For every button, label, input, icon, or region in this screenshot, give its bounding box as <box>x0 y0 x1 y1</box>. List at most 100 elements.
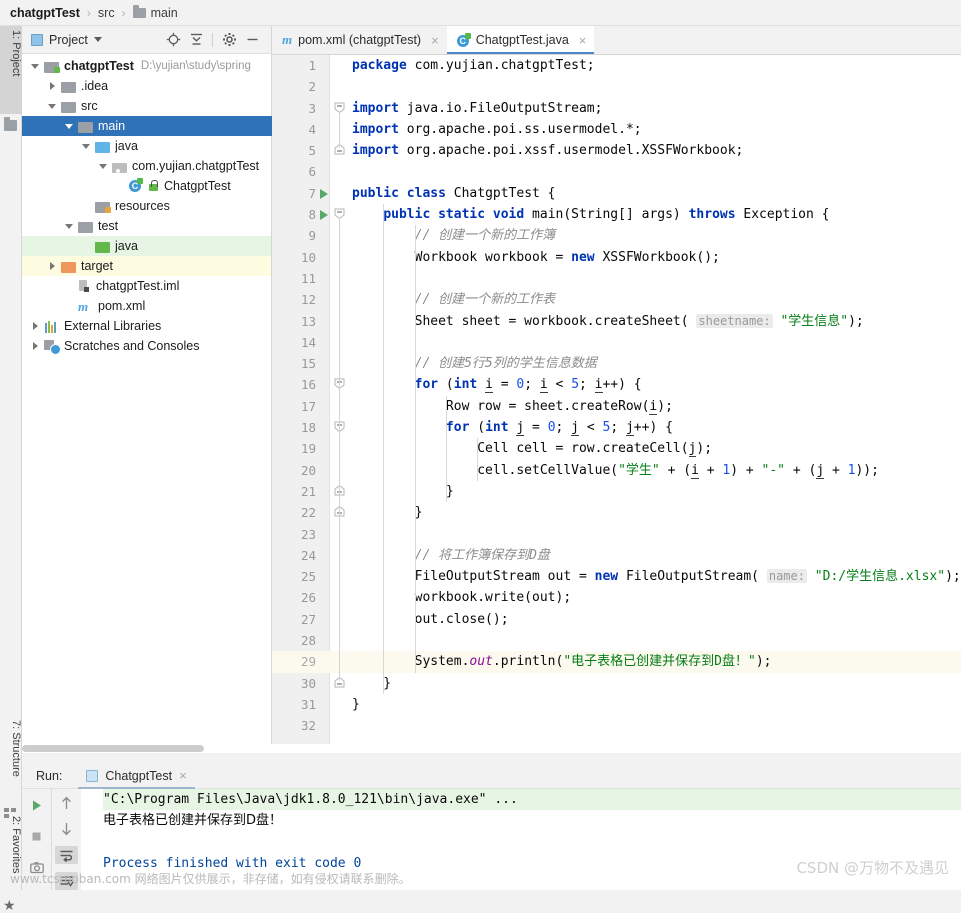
run-tab-chatgpttest[interactable]: ChatgptTest × <box>78 763 194 789</box>
code-editor[interactable]: 1package com.yujian.chatgptTest;23import… <box>272 55 961 753</box>
soft-wrap-icon[interactable] <box>55 846 78 864</box>
code-text: public static void main(String[] args) t… <box>352 204 829 225</box>
scrollbar-thumb[interactable] <box>22 745 204 752</box>
code-line[interactable]: 27 out.close(); <box>272 609 961 630</box>
chevron-down-icon[interactable] <box>94 37 102 42</box>
expand-arrow-icon[interactable] <box>47 80 59 92</box>
sidebar-tab-structure[interactable]: 7: Structure <box>0 716 22 802</box>
tree-item-com-yujian-chatgpttest[interactable]: com.yujian.chatgptTest <box>22 156 271 176</box>
breadcrumb: chatgptTest › src › main <box>0 0 961 26</box>
run-gutter-icon[interactable] <box>320 189 328 199</box>
tree-item-test[interactable]: test <box>22 216 271 236</box>
collapse-arrow-icon[interactable] <box>64 120 76 132</box>
code-line[interactable]: 32 <box>272 715 961 736</box>
code-line[interactable]: 28 <box>272 630 961 651</box>
tree-item-main[interactable]: main <box>22 116 272 136</box>
code-line[interactable]: 4import org.apache.poi.ss.usermodel.*; <box>272 119 961 140</box>
sidebar-tab-project[interactable]: 1: Project <box>0 26 22 114</box>
code-line[interactable]: 15 // 创建5行5列的学生信息数据 <box>272 353 961 374</box>
tree-item-java[interactable]: java <box>22 136 271 156</box>
code-line[interactable]: 11 <box>272 268 961 289</box>
tree-item-resources[interactable]: resources <box>22 196 271 216</box>
tree-item-chatgpttest[interactable]: chatgptTest D:\yujian\study\spring <box>22 56 271 76</box>
editor-area: m pom.xml (chatgptTest) × C ChatgptTest.… <box>272 26 961 753</box>
breadcrumb-item-main[interactable]: main <box>133 6 178 20</box>
tree-item-chatgpttest-iml[interactable]: chatgptTest.iml <box>22 276 271 296</box>
code-line[interactable]: 22 } <box>272 502 961 523</box>
expand-arrow-icon[interactable] <box>47 260 59 272</box>
code-line[interactable]: 21 } <box>272 481 961 502</box>
tab-pom-xml[interactable]: m pom.xml (chatgptTest) × <box>272 26 447 54</box>
code-line[interactable]: 8 public static void main(String[] args)… <box>272 204 961 225</box>
code-line[interactable]: 6 <box>272 161 961 182</box>
tree-item-chatgpttest[interactable]: CChatgptTest <box>22 176 271 196</box>
expand-arrow-icon[interactable] <box>30 320 42 332</box>
code-line[interactable]: 30 } <box>272 673 961 694</box>
collapse-arrow-icon[interactable] <box>47 100 59 112</box>
code-line[interactable]: 2 <box>272 76 961 97</box>
expand-arrow-icon[interactable] <box>30 340 42 352</box>
scroll-up-icon[interactable] <box>55 794 78 812</box>
code-line[interactable]: 16 for (int i = 0; i < 5; i++) { <box>272 374 961 395</box>
tree-item-idea[interactable]: .idea <box>22 76 271 96</box>
close-icon[interactable]: × <box>179 768 187 783</box>
print-icon[interactable] <box>55 872 78 890</box>
code-line[interactable]: 25 FileOutputStream out = new FileOutput… <box>272 566 961 587</box>
code-line[interactable]: 31} <box>272 694 961 715</box>
code-line[interactable]: 9 // 创建一个新的工作簿 <box>272 225 961 246</box>
tree-item-label: resources <box>115 199 170 213</box>
code-line[interactable]: 26 workbook.write(out); <box>272 587 961 608</box>
code-line[interactable]: 29 System.out.println("电子表格已创建并保存到D盘！"); <box>272 651 961 672</box>
collapse-arrow-icon[interactable] <box>30 60 42 72</box>
tree-item-scratches-and-consoles[interactable]: Scratches and Consoles <box>22 336 271 356</box>
close-icon[interactable]: × <box>431 33 439 48</box>
project-horizontal-scrollbar[interactable] <box>22 744 272 753</box>
tree-item-label: target <box>81 259 113 273</box>
stop-icon[interactable] <box>25 825 48 848</box>
breadcrumb-separator-icon: › <box>122 6 126 20</box>
code-text: Row row = sheet.createRow(i); <box>352 396 673 417</box>
tree-item-external-libraries[interactable]: External Libraries <box>22 316 271 336</box>
code-line[interactable]: 12 // 创建一个新的工作表 <box>272 289 961 310</box>
code-line[interactable]: 23 <box>272 524 961 545</box>
tree-item-java[interactable]: java <box>22 236 271 256</box>
code-line[interactable]: 20 cell.setCellValue("学生" + (i + 1) + "-… <box>272 460 961 481</box>
code-line[interactable]: 5import org.apache.poi.xssf.usermodel.XS… <box>272 140 961 161</box>
tab-chatgpttest-java[interactable]: C ChatgptTest.java × <box>447 26 595 54</box>
collapse-all-icon[interactable] <box>185 29 207 51</box>
code-line[interactable]: 24 // 将工作簿保存到D盘 <box>272 545 961 566</box>
close-icon[interactable]: × <box>579 33 587 48</box>
gear-icon[interactable] <box>218 29 240 51</box>
breadcrumb-item-project[interactable]: chatgptTest <box>10 6 80 20</box>
code-line[interactable]: 18 for (int j = 0; j < 5; j++) { <box>272 417 961 438</box>
collapse-arrow-icon[interactable] <box>81 140 93 152</box>
code-line[interactable]: 17 Row row = sheet.createRow(i); <box>272 396 961 417</box>
run-console-output[interactable]: "C:\Program Files\Java\jdk1.8.0_121\bin\… <box>81 789 961 890</box>
code-line[interactable]: 13 Sheet sheet = workbook.createSheet( s… <box>272 311 961 332</box>
rerun-icon[interactable] <box>25 794 48 817</box>
screenshot-icon[interactable] <box>25 856 48 879</box>
sidebar-tab-favorites[interactable]: 2: Favorites <box>0 812 22 900</box>
tree-item-pom-xml[interactable]: mpom.xml <box>22 296 271 316</box>
tree-item-target[interactable]: target <box>22 256 271 276</box>
tree-item-label: chatgptTest <box>64 59 134 73</box>
code-line[interactable]: 7public class ChatgptTest { <box>272 183 961 204</box>
scroll-down-icon[interactable] <box>55 820 78 838</box>
collapse-arrow-icon[interactable] <box>64 220 76 232</box>
breadcrumb-item-src[interactable]: src <box>98 6 115 20</box>
code-line[interactable]: 14 <box>272 332 961 353</box>
editor-horizontal-scrollbar[interactable] <box>272 744 961 753</box>
locate-icon[interactable] <box>162 29 184 51</box>
code-text: workbook.write(out); <box>352 587 571 608</box>
hide-panel-icon[interactable] <box>241 29 263 51</box>
code-line[interactable]: 3import java.io.FileOutputStream; <box>272 98 961 119</box>
tree-item-src[interactable]: src <box>22 96 271 116</box>
arrow-placeholder <box>64 280 76 292</box>
run-gutter-icon[interactable] <box>320 210 328 220</box>
code-line[interactable]: 1package com.yujian.chatgptTest; <box>272 55 961 76</box>
tree-item-path: D:\yujian\study\spring <box>141 60 251 72</box>
code-line[interactable]: 19 Cell cell = row.createCell(j); <box>272 438 961 459</box>
code-line[interactable]: 10 Workbook workbook = new XSSFWorkbook(… <box>272 247 961 268</box>
collapse-arrow-icon[interactable] <box>98 160 110 172</box>
line-number: 13 <box>272 311 316 332</box>
